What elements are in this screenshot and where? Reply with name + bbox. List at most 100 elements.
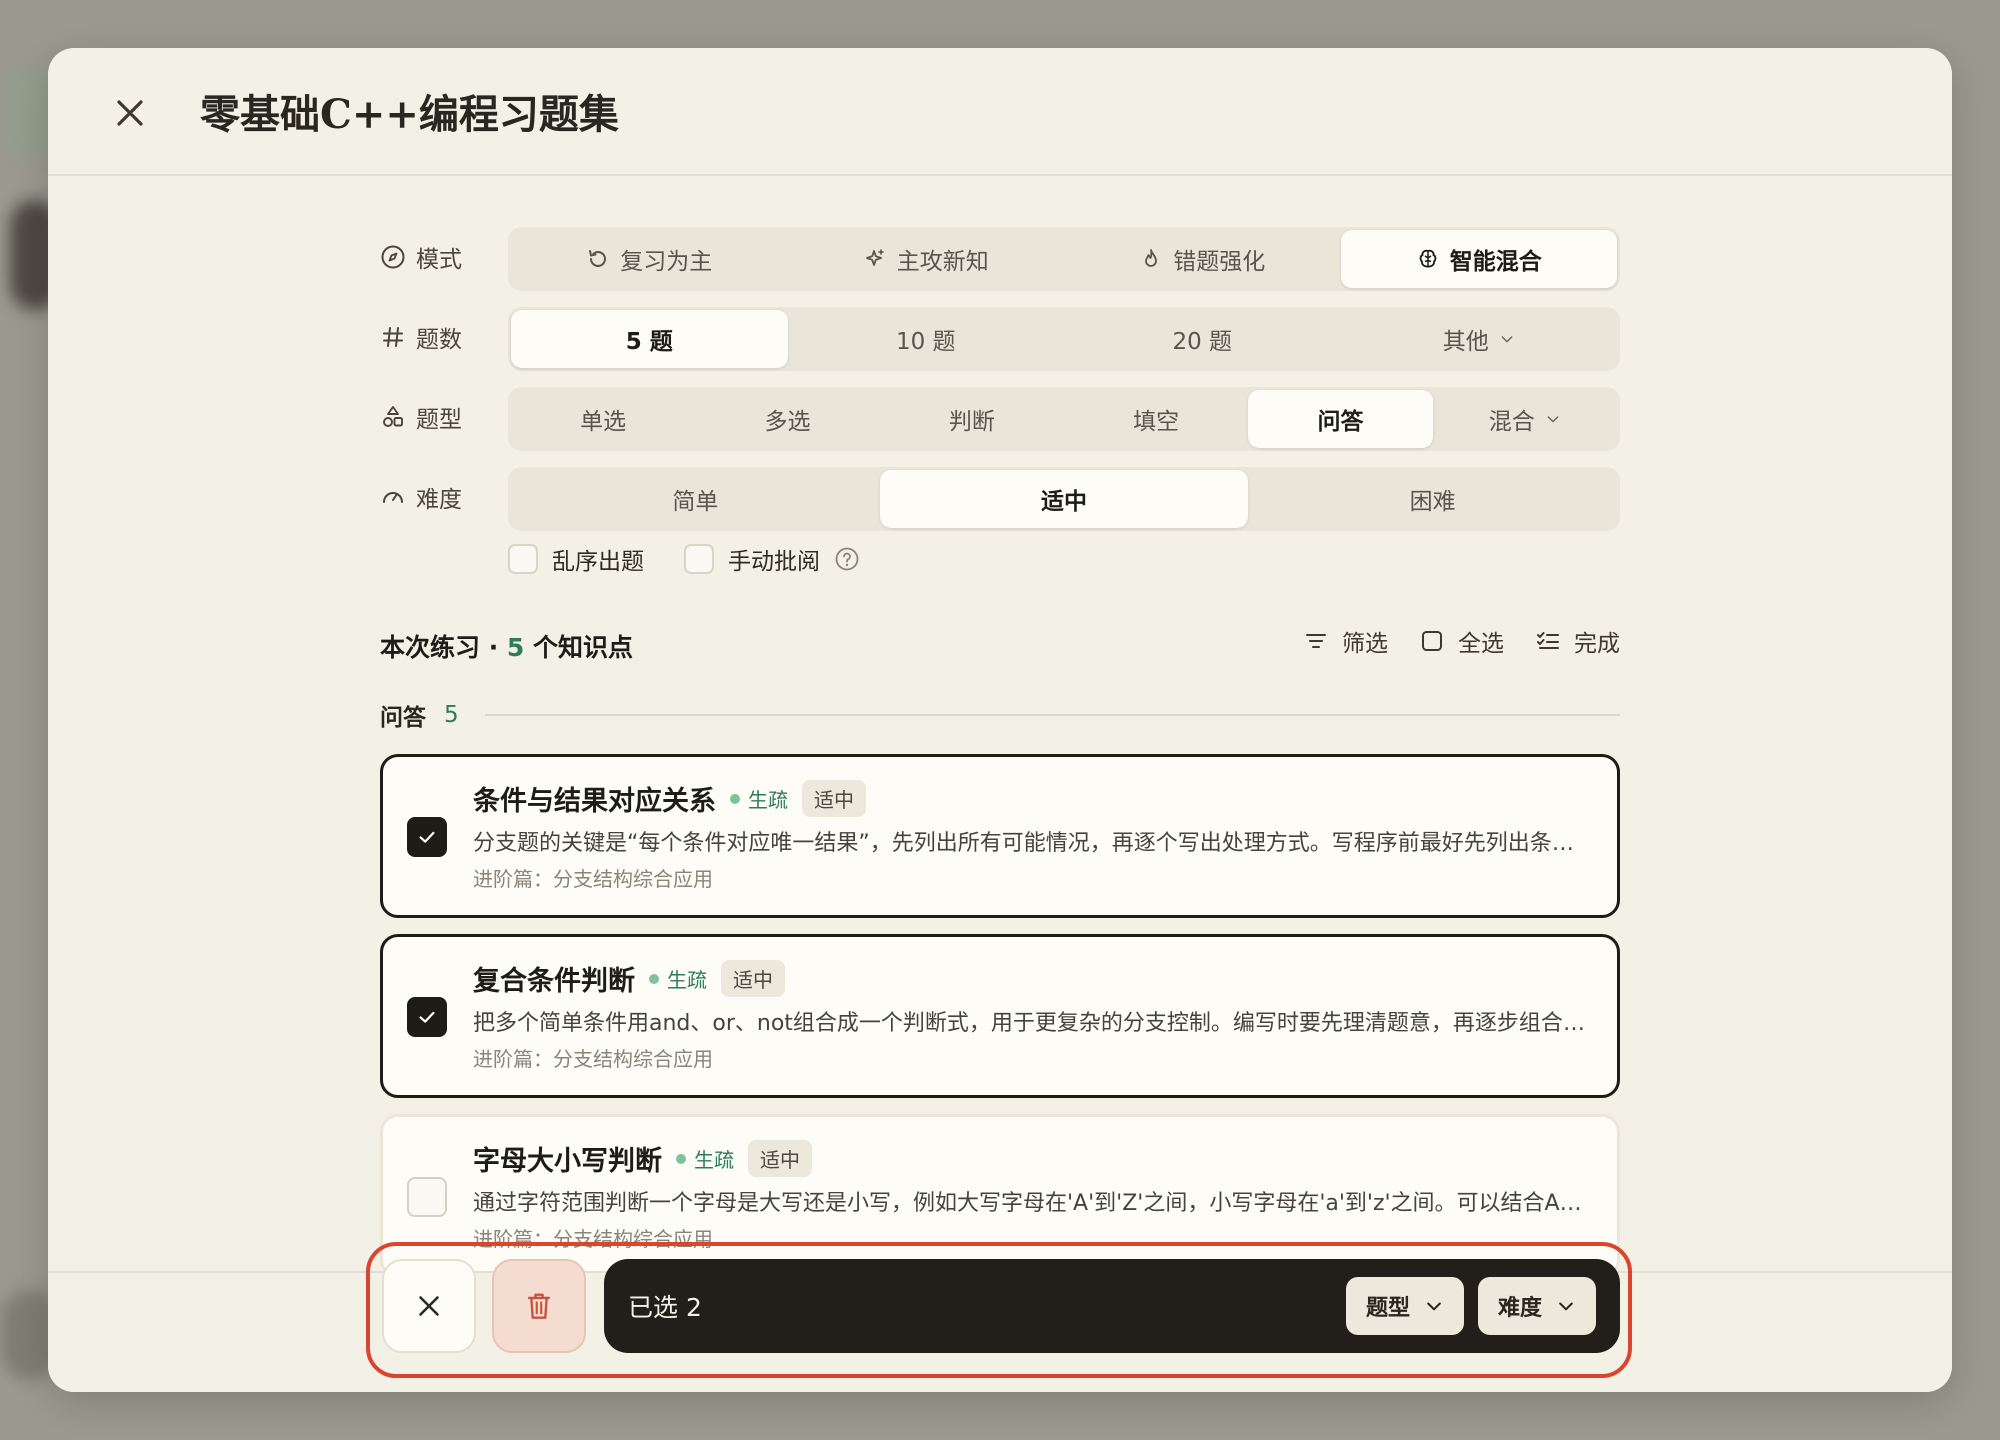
shuffle-checkbox[interactable]: 乱序出题 [508, 542, 644, 576]
mode-option-mistakes[interactable]: 错题强化 [1064, 230, 1341, 288]
group-header: 问答 5 [380, 698, 1620, 732]
card-description: 把多个简单条件用and、or、not组合成一个判断式，用于更复杂的分支控制。编写… [473, 1011, 1593, 1036]
count-label-text: 题数 [416, 327, 462, 353]
filter-button[interactable]: 筛选 [1302, 624, 1388, 658]
difficulty-dropdown-button[interactable]: 难度 [1477, 1277, 1596, 1335]
gauge-icon [383, 492, 403, 503]
group-name: 问答 [380, 705, 426, 731]
practice-settings-modal: 零基础C++编程习题集 模式 复习为主 主攻新知 错题强化 智能混合 题数 5 … [48, 48, 1952, 1392]
mode-option-label: 复习为主 [620, 249, 713, 275]
filter-label: 筛选 [1342, 631, 1388, 657]
list-tools: 筛选 全选 完成 [1302, 624, 1620, 658]
checkbox-icon [1422, 631, 1442, 651]
knowledge-card[interactable]: 复合条件判断 生疏 适中 把多个简单条件用and、or、not组合成一个判断式，… [380, 934, 1620, 1098]
difficulty-option-easy[interactable]: 简单 [511, 470, 880, 528]
clear-selection-button[interactable] [382, 1259, 476, 1353]
type-segmented-control: 单选 多选 判断 填空 问答 混合 [508, 387, 1620, 451]
count-label: 题数 [380, 320, 462, 354]
mode-option-review[interactable]: 复习为主 [511, 230, 788, 288]
count-option-5[interactable]: 5 题 [511, 310, 788, 368]
mode-option-label: 错题强化 [1173, 249, 1266, 275]
rotate-icon [589, 250, 607, 267]
difficulty-option-medium[interactable]: 适中 [879, 470, 1249, 528]
checkbox-box[interactable] [684, 544, 714, 574]
difficulty-option-hard[interactable]: 困难 [1248, 470, 1617, 528]
check-icon [419, 1011, 435, 1023]
brain-icon [1419, 249, 1437, 268]
card-title: 复合条件判断 [473, 966, 635, 997]
close-icon[interactable] [110, 93, 150, 133]
selected-count: 已选 2 [628, 1293, 702, 1322]
type-option-fill[interactable]: 填空 [1064, 390, 1248, 448]
checkbox-box[interactable] [508, 544, 538, 574]
done-button[interactable]: 完成 [1534, 624, 1620, 658]
compass-icon [381, 245, 405, 269]
manual-grade-checkbox[interactable]: 手动批阅 [684, 542, 860, 576]
mode-option-label: 智能混合 [1449, 249, 1542, 275]
type-option-judge[interactable]: 判断 [880, 390, 1064, 448]
select-all-button[interactable]: 全选 [1418, 624, 1504, 658]
count-option-other-label: 其他 [1442, 329, 1489, 355]
group-count: 5 [444, 702, 459, 728]
status-dot [649, 973, 659, 984]
type-option-mixed[interactable]: 混合 [1433, 390, 1617, 448]
card-title-row: 字母大小写判断 生疏 适中 [473, 1139, 812, 1178]
chevron-down-icon [1427, 1302, 1441, 1311]
chevron-down-icon [1501, 336, 1513, 343]
card-title: 条件与结果对应关系 [473, 786, 716, 817]
card-checkbox-checked[interactable] [407, 817, 447, 857]
shuffle-label: 乱序出题 [552, 549, 644, 575]
mode-label: 模式 [380, 240, 462, 274]
checklist-icon [1537, 632, 1559, 649]
practice-summary: 本次练习 · 5 个知识点 [380, 628, 633, 664]
difficulty-label: 难度 [380, 480, 462, 514]
manual-grade-label: 手动批阅 [728, 549, 820, 575]
knowledge-card[interactable]: 条件与结果对应关系 生疏 适中 分支题的关键是“每个条件对应唯一结果”，先列出所… [380, 754, 1620, 918]
difficulty-badge: 适中 [721, 960, 785, 997]
type-option-qa[interactable]: 问答 [1248, 390, 1433, 448]
chevron-down-icon [1547, 416, 1559, 423]
mode-label-text: 模式 [416, 247, 462, 273]
mastery-badge: 生疏 [676, 1144, 734, 1173]
mastery-badge: 生疏 [730, 784, 788, 813]
difficulty-label-text: 难度 [416, 487, 462, 513]
flame-icon [1145, 249, 1158, 267]
type-option-single[interactable]: 单选 [511, 390, 695, 448]
type-label: 题型 [380, 400, 462, 434]
count-option-10[interactable]: 10 题 [788, 310, 1065, 368]
divider [484, 714, 1620, 716]
mastery-badge: 生疏 [649, 964, 707, 993]
card-path: 进阶篇：分支结构综合应用 [473, 867, 713, 891]
card-checkbox-checked[interactable] [407, 997, 447, 1037]
mode-option-new[interactable]: 主攻新知 [788, 230, 1065, 288]
hash-icon [383, 327, 403, 347]
mode-segmented-control: 复习为主 主攻新知 错题强化 智能混合 [508, 227, 1620, 291]
count-option-other[interactable]: 其他 [1341, 310, 1618, 368]
filter-icon [1306, 634, 1326, 648]
type-dropdown-button[interactable]: 题型 [1345, 1277, 1464, 1335]
card-checkbox-unchecked[interactable] [407, 1177, 447, 1217]
summary-prefix: 本次练习 · [380, 633, 507, 662]
mastery-label: 生疏 [694, 1148, 734, 1172]
difficulty-badge: 适中 [748, 1140, 812, 1177]
delete-button[interactable] [492, 1259, 586, 1353]
count-segmented-control: 5 题 10 题 20 题 其他 [508, 307, 1620, 371]
type-option-mixed-label: 混合 [1488, 409, 1535, 435]
modal-header: 零基础C++编程习题集 [48, 48, 1952, 176]
help-icon[interactable] [834, 546, 860, 572]
sparkle-icon [865, 249, 884, 266]
difficulty-dropdown-label: 难度 [1497, 1296, 1542, 1321]
mode-option-smart-mix[interactable]: 智能混合 [1340, 230, 1617, 288]
difficulty-segmented-control: 简单 适中 困难 [508, 467, 1620, 531]
card-title-row: 复合条件判断 生疏 适中 [473, 959, 785, 998]
type-option-multi[interactable]: 多选 [695, 390, 879, 448]
status-dot [730, 793, 740, 804]
mastery-label: 生疏 [667, 968, 707, 992]
card-path: 进阶篇：分支结构综合应用 [473, 1047, 713, 1071]
summary-suffix: 个知识点 [524, 633, 634, 662]
shapes-icon [383, 406, 403, 427]
summary-count: 5 [506, 633, 525, 662]
options-row: 乱序出题 手动批阅 [508, 542, 860, 576]
count-option-20[interactable]: 20 题 [1064, 310, 1341, 368]
card-title-row: 条件与结果对应关系 生疏 适中 [473, 779, 866, 818]
